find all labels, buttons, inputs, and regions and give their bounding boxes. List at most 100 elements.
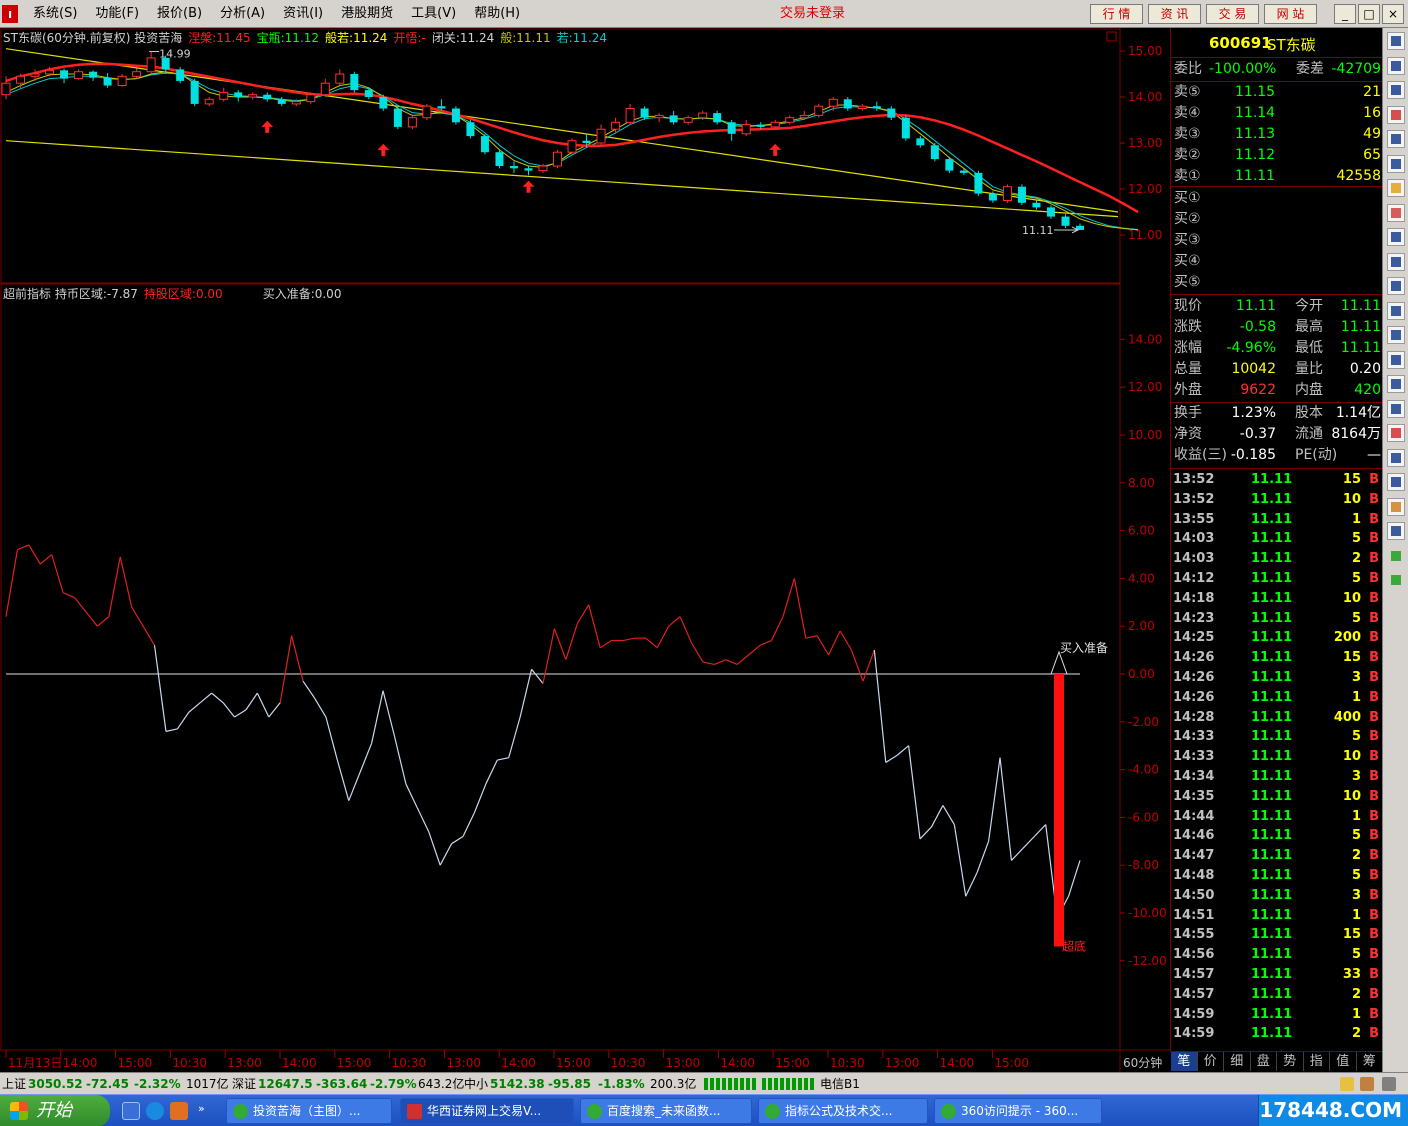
compare-icon[interactable] bbox=[1387, 105, 1405, 124]
tab-value[interactable]: 值 bbox=[1330, 1052, 1357, 1071]
menu-info[interactable]: 资讯(I) bbox=[274, 0, 332, 28]
alarm-icon[interactable] bbox=[1387, 448, 1405, 467]
move-icon[interactable] bbox=[1387, 522, 1405, 540]
task-item-3[interactable]: 百度搜索_未来函数... bbox=[580, 1098, 752, 1124]
menu-analysis[interactable]: 分析(A) bbox=[211, 0, 274, 28]
calendar-icon-glyph bbox=[1391, 281, 1401, 291]
tick-volume: 10 bbox=[1342, 491, 1361, 507]
menu-quotes[interactable]: 报价(B) bbox=[148, 0, 211, 28]
tick-side: B bbox=[1369, 531, 1379, 547]
maximize-button[interactable]: □ bbox=[1358, 4, 1380, 24]
kline-icon[interactable] bbox=[1387, 81, 1405, 99]
tick-volume: 3 bbox=[1351, 887, 1361, 903]
trend-icon[interactable] bbox=[1387, 56, 1405, 75]
alert-icon[interactable] bbox=[1340, 1077, 1354, 1091]
indicator-title-part: 持股区域:0.00 bbox=[144, 286, 223, 301]
ask-row: 卖② 11.12 65 bbox=[1171, 145, 1383, 166]
chart-icon[interactable] bbox=[1387, 32, 1405, 50]
browser-icon[interactable] bbox=[146, 1102, 164, 1120]
f10-icon[interactable] bbox=[1387, 154, 1405, 173]
tab-index[interactable]: 指 bbox=[1304, 1052, 1330, 1071]
tab-detail[interactable]: 细 bbox=[1224, 1052, 1251, 1071]
sh-index-pct: -2.32% bbox=[134, 1077, 181, 1091]
down-arrow-icon[interactable] bbox=[1387, 571, 1405, 589]
nav-website-button[interactable]: 网 站 bbox=[1264, 4, 1317, 24]
time-axis-label: 13:00 bbox=[885, 1056, 920, 1070]
tick-volume: 1 bbox=[1351, 511, 1361, 527]
tab-order-book[interactable]: 盘 bbox=[1251, 1052, 1277, 1071]
candle-body bbox=[30, 73, 40, 77]
tick-volume: 2 bbox=[1351, 551, 1361, 567]
price-title-part: 般若:11.24 bbox=[325, 30, 387, 45]
export-icon[interactable] bbox=[1387, 473, 1405, 491]
show-desktop-icon[interactable] bbox=[122, 1102, 140, 1120]
price-y-tick-label: 14.00 bbox=[1128, 90, 1162, 104]
tick-time: 13:52 bbox=[1173, 472, 1215, 487]
menu-function[interactable]: 功能(F) bbox=[86, 0, 148, 28]
sz-index-amount: 643.2亿 bbox=[418, 1077, 465, 1091]
users-icon[interactable] bbox=[1387, 203, 1405, 222]
chart-area[interactable]: ST东碳(60分钟.前复权) 投资苦海 涅槃:11.45 宝瓶:11.12 般若:11… bbox=[0, 28, 1170, 1072]
task-item-2[interactable]: 华西证券网上交易V... bbox=[400, 1098, 574, 1124]
tab-price[interactable]: 价 bbox=[1198, 1052, 1224, 1071]
tick-side: B bbox=[1369, 689, 1379, 705]
nav-info-button[interactable]: 资 讯 bbox=[1148, 4, 1201, 24]
tick-side: B bbox=[1369, 808, 1379, 824]
menu-system[interactable]: 系统(S) bbox=[24, 0, 86, 28]
tick-price: 11.11 bbox=[1251, 729, 1293, 745]
ask-volume: 49 bbox=[1363, 126, 1381, 142]
candle-body bbox=[277, 99, 286, 104]
start-button[interactable]: 开始 bbox=[0, 1095, 110, 1126]
task-item-5[interactable]: 360访问提示 - 360... bbox=[934, 1098, 1102, 1124]
news-icon[interactable] bbox=[1387, 228, 1405, 246]
nav-quotes-button[interactable]: 行 情 bbox=[1090, 4, 1143, 24]
up-arrow-icon[interactable] bbox=[1387, 546, 1405, 565]
refresh-icon[interactable] bbox=[1387, 399, 1405, 418]
tab-chips[interactable]: 筹 bbox=[1357, 1052, 1383, 1071]
tab-trend[interactable]: 势 bbox=[1277, 1052, 1304, 1071]
time-axis-label: 10:30 bbox=[172, 1056, 207, 1070]
zx-index-amount: 200.3亿 bbox=[650, 1077, 697, 1091]
table-icon[interactable] bbox=[1387, 252, 1405, 271]
task-item-4[interactable]: 指标公式及技术交... bbox=[758, 1098, 928, 1124]
menu-hk-futures[interactable]: 港股期货 bbox=[332, 0, 402, 28]
tick-row: 14:03 11.11 2 B bbox=[1171, 549, 1383, 569]
tick-price: 11.11 bbox=[1251, 986, 1293, 1002]
trend-icon-glyph bbox=[1391, 60, 1401, 71]
stat-label: 量比 bbox=[1295, 361, 1323, 377]
calendar-icon[interactable] bbox=[1387, 277, 1405, 295]
menu-help[interactable]: 帮助(H) bbox=[465, 0, 529, 28]
tick-volume: 2 bbox=[1351, 1026, 1361, 1042]
settings-icon[interactable] bbox=[1382, 1077, 1396, 1091]
price-title-part: ST东碳(60分钟.前复权) 投资苦海 bbox=[3, 30, 182, 45]
filter-icon[interactable] bbox=[1387, 350, 1405, 369]
tick-time: 14:46 bbox=[1173, 828, 1215, 844]
pen-icon[interactable] bbox=[1387, 497, 1405, 516]
nav-trade-button[interactable]: 交 易 bbox=[1206, 4, 1259, 24]
orders-icon[interactable] bbox=[1387, 375, 1405, 393]
candle-body bbox=[538, 165, 548, 172]
favorite-icon[interactable] bbox=[1387, 179, 1405, 197]
minimize-button[interactable]: _ bbox=[1334, 4, 1356, 24]
stat-value: 9622 bbox=[1240, 382, 1276, 398]
stat-value: 8164万 bbox=[1331, 426, 1381, 442]
menu-tools[interactable]: 工具(V) bbox=[402, 0, 465, 28]
close-button[interactable]: × bbox=[1382, 4, 1404, 24]
pen-icon-glyph bbox=[1391, 501, 1401, 512]
candle-body bbox=[263, 94, 272, 100]
rank-icon[interactable] bbox=[1387, 301, 1405, 320]
message-icon[interactable] bbox=[1360, 1077, 1374, 1091]
app-launcher-icon[interactable] bbox=[170, 1102, 188, 1120]
dollar-icon[interactable] bbox=[1387, 424, 1405, 442]
ask-label: 卖④ bbox=[1174, 105, 1201, 121]
tick-volume: 3 bbox=[1351, 670, 1361, 685]
quicklaunch-more-icon[interactable]: » bbox=[198, 1102, 208, 1120]
tick-time: 14:03 bbox=[1173, 531, 1215, 547]
zoom-icon[interactable] bbox=[1387, 326, 1405, 344]
fundamental-row: 换手 1.23% 股本 1.14亿 bbox=[1171, 403, 1383, 424]
tick-row: 14:46 11.11 5 B bbox=[1171, 826, 1383, 846]
tab-trades[interactable]: 笔 bbox=[1171, 1052, 1198, 1071]
volume-icon-glyph bbox=[1391, 134, 1401, 144]
task-item-1[interactable]: 投资苦海（主图）... bbox=[226, 1098, 392, 1124]
volume-icon[interactable] bbox=[1387, 130, 1405, 148]
